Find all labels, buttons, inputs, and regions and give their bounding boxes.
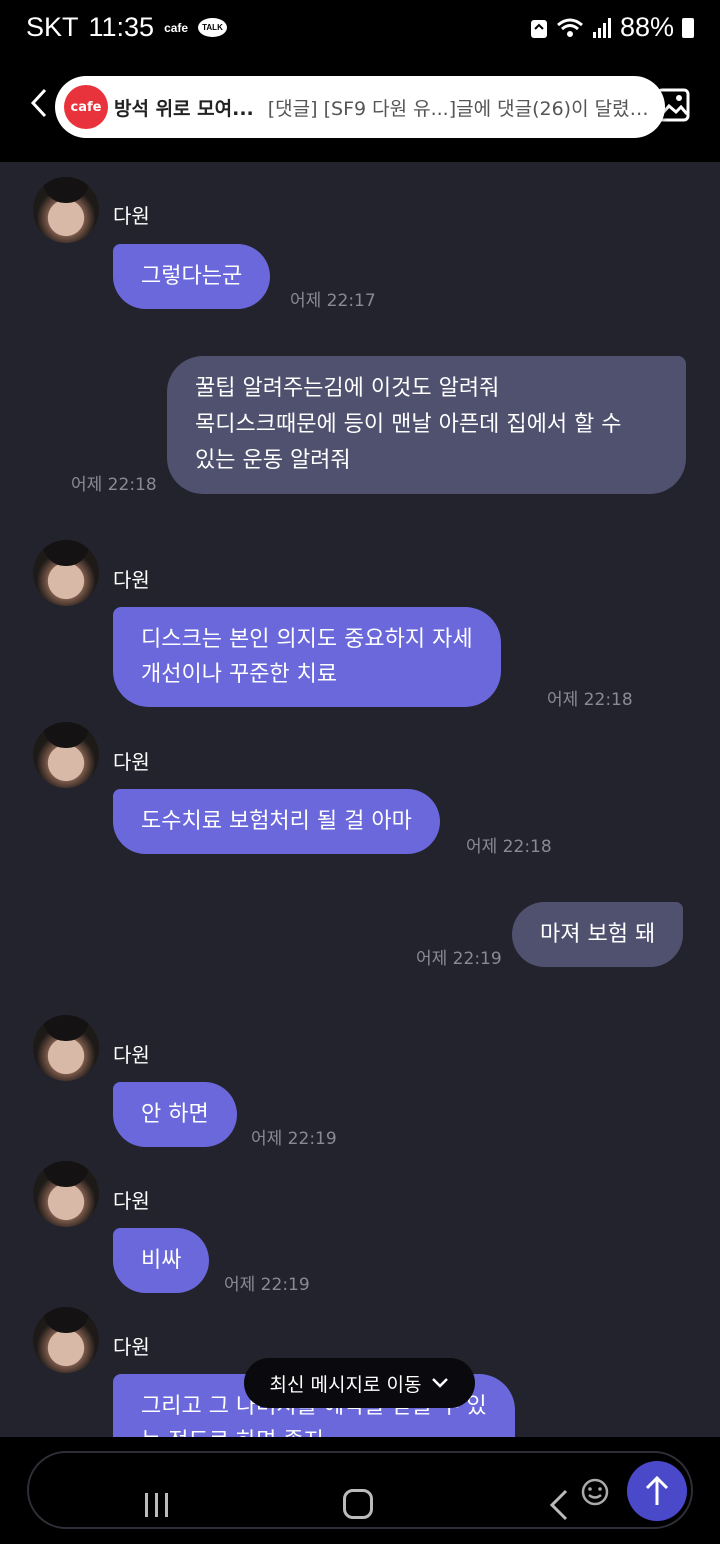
message-bubble[interactable]: 안 하면 — [113, 1082, 237, 1147]
message-bubble[interactable]: 도수치료 보험처리 될 걸 아마 — [113, 789, 440, 854]
sender-name: 다원 — [113, 204, 150, 228]
avatar[interactable] — [33, 1015, 99, 1081]
chat-header: cafe 방석 위로 모여... [댓글] [SF9 다원 유...]글에 댓글… — [0, 60, 720, 162]
message-time: 어제 22:19 — [224, 1275, 310, 1295]
home-icon[interactable] — [343, 1489, 373, 1519]
jump-to-latest-button[interactable]: 최신 메시지로 이동 — [244, 1358, 475, 1408]
kakaotalk-notification-icon: TALK — [198, 18, 227, 37]
arrow-up-icon — [645, 1475, 669, 1505]
message-bubble[interactable]: 비싸 — [113, 1228, 210, 1293]
battery-icon — [682, 17, 694, 38]
status-right: 88% — [530, 12, 694, 43]
sender-name: 다원 — [113, 568, 150, 592]
avatar[interactable] — [33, 1307, 99, 1373]
message-bubble[interactable]: 그렇다는군 — [113, 244, 271, 309]
status-left: SKT 11:35 cafe TALK — [26, 12, 227, 43]
message-bubble[interactable]: 마져 보험 돼 — [512, 902, 684, 967]
notification-popup[interactable]: cafe 방석 위로 모여... [댓글] [SF9 다원 유...]글에 댓글… — [55, 76, 665, 138]
message-time: 어제 22:19 — [416, 949, 502, 969]
cafe-badge: cafe — [64, 85, 108, 129]
message-time: 어제 22:18 — [547, 690, 633, 710]
message-time: 어제 22:18 — [466, 837, 552, 857]
message-time: 어제 22:19 — [251, 1129, 337, 1149]
recycle-icon — [530, 19, 547, 38]
recents-icon[interactable] — [142, 1491, 172, 1519]
clock: 11:35 — [88, 12, 155, 42]
avatar[interactable] — [33, 540, 99, 606]
avatar[interactable] — [33, 177, 99, 243]
back-arrow-icon[interactable] — [30, 88, 48, 118]
sender-name: 다원 — [113, 1189, 150, 1213]
avatar[interactable] — [33, 722, 99, 788]
sender-name: 다원 — [113, 1043, 150, 1067]
chevron-down-icon — [432, 1378, 449, 1388]
bottom-bar — [0, 1437, 720, 1544]
send-button[interactable] — [627, 1461, 687, 1521]
notification-text: [댓글] [SF9 다원 유...]글에 댓글(26)이 달렸습니다. — [267, 97, 665, 120]
carrier: SKT — [26, 12, 79, 42]
sender-name: 다원 — [113, 750, 150, 774]
signal-icon — [592, 17, 611, 38]
wifi-icon — [556, 18, 583, 37]
cafe-notification-icon: cafe — [164, 20, 189, 35]
jump-label: 최신 메시지로 이동 — [269, 1373, 422, 1396]
message-time: 어제 22:17 — [290, 291, 376, 311]
message-bubble[interactable]: 꿀팁 알려주는김에 이것도 알려줘 목디스크때문에 등이 맨날 아픈데 집에서 … — [167, 356, 686, 494]
chat-area[interactable]: 다원 그렇다는군 어제 22:17 꿀팁 알려주는김에 이것도 알려줘 목디스크… — [0, 162, 720, 1437]
status-bar: SKT 11:35 cafe TALK 88% — [0, 0, 720, 60]
emoji-icon[interactable] — [580, 1477, 610, 1507]
sender-name: 다원 — [113, 1335, 150, 1359]
message-bubble[interactable]: 디스크는 본인 의지도 중요하지 자세 개선이나 꾸준한 치료 — [113, 607, 501, 707]
back-icon[interactable] — [548, 1489, 570, 1521]
notification-title: 방석 위로 모여... — [114, 97, 254, 120]
battery-level: 88% — [619, 12, 674, 42]
avatar[interactable] — [33, 1161, 99, 1227]
message-time: 어제 22:18 — [71, 475, 157, 495]
